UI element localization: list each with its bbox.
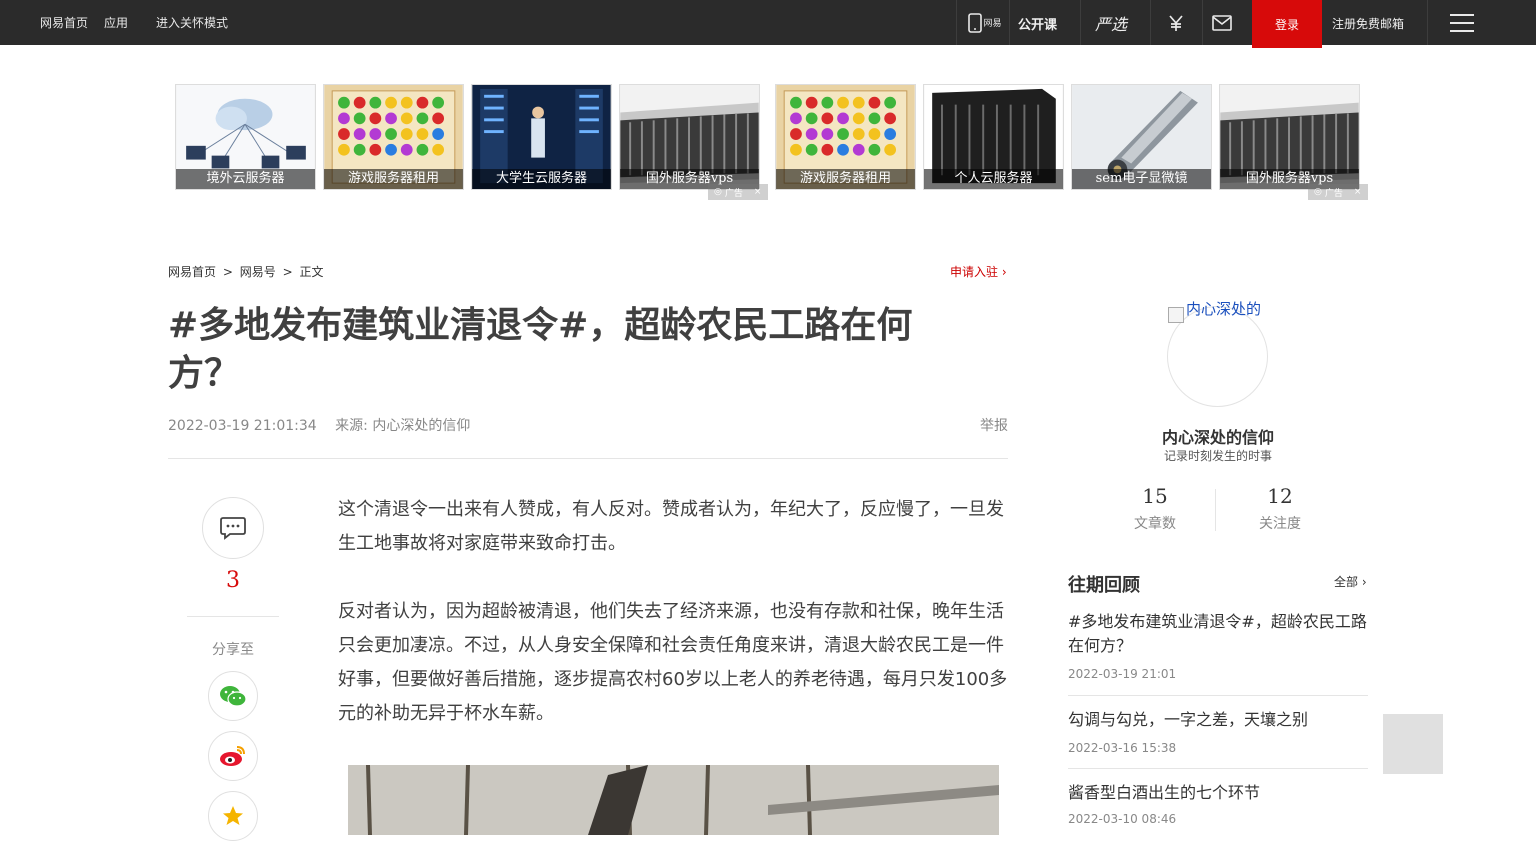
ad-tile[interactable]: 国外服务器vps (619, 84, 760, 190)
past-articles-title: 往期回顾 (1068, 575, 1140, 596)
login-button[interactable]: 登录 (1252, 0, 1322, 48)
past-article-title[interactable]: 酱香型白酒出生的七个环节 (1068, 781, 1368, 805)
ad-tile[interactable]: 个人云服务器 (923, 84, 1064, 190)
comment-icon (220, 517, 246, 540)
ad-info-icon: ◎ (714, 187, 722, 197)
ad-caption: 游戏服务器租用 (776, 169, 915, 189)
ad-tile[interactable]: 游戏服务器租用 (775, 84, 916, 190)
divider (187, 616, 279, 617)
divider (1068, 695, 1368, 696)
divider (1427, 0, 1428, 45)
breadcrumb-separator: > (222, 265, 233, 279)
star-icon (223, 806, 243, 825)
wechat-icon (220, 686, 247, 707)
divider (1215, 489, 1216, 531)
article-image (348, 765, 999, 835)
share-wechat-button[interactable] (208, 671, 258, 721)
ad-caption: 游戏服务器租用 (324, 169, 463, 189)
divider (1068, 768, 1368, 769)
nav-mail[interactable] (1202, 0, 1242, 45)
ad-mark[interactable]: ◎ 广告 × (1308, 184, 1368, 200)
past-article-title[interactable]: #多地发布建筑业清退令#，超龄农民工路在何方？ (1068, 610, 1368, 658)
past-all-link[interactable]: 全部 › (1334, 573, 1367, 590)
nav-netease-home[interactable]: 网易首页 (40, 14, 88, 31)
articles-count: 15 (1142, 484, 1168, 508)
article-title: #多地发布建筑业清退令#，超龄农民工路在何方？ (168, 305, 913, 394)
apply-join-link[interactable]: 申请入驻 › (950, 263, 1007, 280)
ad-tile[interactable]: 境外云服务器 (175, 84, 316, 190)
divider (956, 0, 957, 45)
breadcrumb-home[interactable]: 网易首页 (168, 265, 216, 279)
author-motto: 记录时刻发生的时事 (1163, 449, 1272, 463)
nav-finance[interactable] (1150, 0, 1202, 45)
share-weibo-button[interactable] (208, 731, 258, 781)
phone-icon (968, 12, 983, 33)
ad-tile[interactable]: 国外服务器vps (1219, 84, 1360, 190)
divider (1080, 0, 1081, 45)
broken-image-icon (1168, 306, 1184, 323)
nav-care-mode[interactable]: 进入关怀模式 (156, 14, 228, 31)
weibo-icon (220, 746, 245, 766)
articles-label: 文章数 (1134, 516, 1176, 532)
breadcrumb-current: 正文 (299, 265, 324, 279)
nav-open-course[interactable]: 公开课 (1018, 14, 1057, 33)
follow-count: 12 (1267, 484, 1293, 508)
chevron-right-icon: › (1361, 575, 1367, 589)
close-icon[interactable]: × (1354, 187, 1362, 197)
apply-join-label: 申请入驻 (950, 265, 999, 279)
breadcrumb-hao[interactable]: 网易号 (240, 265, 276, 279)
ad-caption: 大学生云服务器 (472, 169, 611, 189)
article-datetime: 2022-03-19 21:01:34 (168, 418, 317, 434)
past-article-date: 2022-03-16 15:38 (1068, 741, 1177, 755)
ad-caption: 境外云服务器 (176, 169, 315, 189)
menu-button[interactable] (1440, 0, 1484, 45)
follow-label: 关注度 (1259, 516, 1301, 532)
ad-caption: 个人云服务器 (924, 169, 1063, 189)
ad-caption: sem电子显微镜 (1072, 169, 1211, 189)
divider (168, 458, 1008, 459)
app-badge: 网易 (983, 19, 1002, 29)
chevron-right-icon: › (1001, 265, 1007, 279)
mobile-app-link[interactable]: 网易 (962, 0, 1008, 45)
comment-button[interactable] (202, 497, 264, 559)
ad-mark-label: 广告 (724, 188, 743, 199)
ad-tile[interactable]: sem电子显微镜 (1071, 84, 1212, 190)
article-paragraph: 这个清退令一出来有人赞成，有人反对。赞成者认为，年纪大了，反应慢了，一旦发生工地… (338, 499, 1004, 554)
article-source[interactable]: 来源: 内心深处的信仰 (335, 418, 470, 434)
ad-mark[interactable]: ◎ 广告 × (708, 184, 768, 200)
author-name[interactable]: 内心深处的信仰 (1068, 424, 1368, 448)
report-link[interactable]: 举报 (980, 415, 1008, 435)
ad-info-icon: ◎ (1314, 187, 1322, 197)
past-all-label: 全部 (1334, 575, 1359, 589)
comment-count[interactable]: 3 (187, 568, 279, 593)
article-paragraph: 反对者认为，因为超龄被清退，他们失去了经济来源，也没有存款和社保，晚年生活只会更… (338, 601, 1008, 724)
share-qzone-button[interactable] (208, 791, 258, 841)
yen-icon (1169, 14, 1183, 31)
divider (1009, 0, 1010, 45)
back-to-top-button[interactable] (1383, 714, 1443, 774)
share-label: 分享至 (212, 642, 254, 658)
breadcrumb: 网易首页 > 网易号 > 正文 (168, 263, 326, 280)
author-avatar-alt: 内心深处的 (1168, 298, 1262, 323)
top-nav-bar: 网易首页 应用 进入关怀模式 网易 公开课 严选 登录 注册免费邮箱 (0, 0, 1536, 48)
nav-apps[interactable]: 应用 (104, 14, 128, 31)
close-icon[interactable]: × (754, 187, 762, 197)
past-article-date: 2022-03-19 21:01 (1068, 667, 1177, 681)
article-meta: 2022-03-19 21:01:34 来源: 内心深处的信仰 (168, 415, 470, 435)
avatar-alt-text: 内心深处的 (1186, 300, 1262, 318)
nav-yanxuan[interactable]: 严选 (1095, 11, 1127, 35)
past-article-title[interactable]: 勾调与勾兑，一字之差，天壤之别 (1068, 708, 1368, 732)
ad-mark-label: 广告 (1324, 188, 1343, 199)
register-mail-link[interactable]: 注册免费邮箱 (1332, 15, 1404, 32)
mail-icon (1212, 14, 1232, 31)
hamburger-icon (1450, 13, 1474, 32)
breadcrumb-separator: > (282, 265, 293, 279)
ad-tile[interactable]: 游戏服务器租用 (323, 84, 464, 190)
ad-tile[interactable]: 大学生云服务器 (471, 84, 612, 190)
construction-photo (348, 765, 999, 835)
